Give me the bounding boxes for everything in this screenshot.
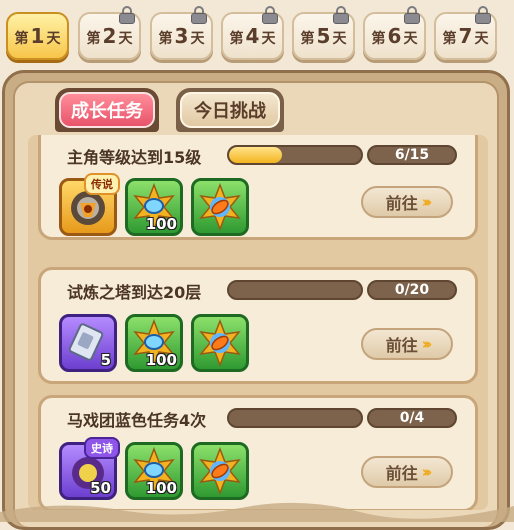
day-tab-1[interactable]: 第1天: [6, 12, 69, 60]
lock-icon: [475, 6, 491, 24]
day-tab-label: 第4天: [229, 24, 276, 48]
lock-icon: [333, 6, 349, 24]
reward-qty: 5: [100, 351, 111, 369]
day-tab-label: 第3天: [158, 24, 205, 48]
reward-item[interactable]: 100: [125, 178, 183, 236]
day-tab-2[interactable]: 第2天: [78, 6, 141, 60]
reward-qty: 100: [145, 215, 177, 233]
day-tab-label: 第1天: [14, 24, 61, 48]
progress-bar: [227, 280, 363, 300]
go-button[interactable]: 前往 ›››: [361, 456, 453, 488]
legendary-badge: 传说: [84, 173, 120, 195]
day-tab-bar: 第1天 第2天 第3天 第4天 第5天 第6天 第7天: [0, 0, 514, 66]
reward-item[interactable]: [191, 314, 249, 372]
tab-growth-tasks[interactable]: 成长任务: [55, 88, 159, 132]
go-button-label: 前往: [385, 336, 418, 355]
day-tab-7[interactable]: 第7天: [434, 6, 497, 60]
reward-item[interactable]: 5: [59, 314, 117, 372]
epic-badge: 史诗: [84, 437, 120, 459]
orange-leaf-emblem-icon: [199, 182, 241, 232]
day-tab-label: 第7天: [442, 24, 489, 48]
tab-growth-label: 成长任务: [59, 92, 155, 128]
progress-bar: [227, 408, 363, 428]
tab-today-label: 今日挑战: [180, 92, 280, 128]
task-title: 马戏团蓝色任务4次: [67, 411, 207, 430]
go-button[interactable]: 前往 ›››: [361, 328, 453, 360]
chevrons-right-icon: ›››: [421, 463, 432, 481]
lock-icon: [262, 6, 278, 24]
lock-icon: [191, 6, 207, 24]
go-button[interactable]: 前往 ›››: [361, 186, 453, 218]
go-button-label: 前往: [385, 194, 418, 213]
day-tab-4[interactable]: 第4天: [221, 6, 284, 60]
go-button-label: 前往: [385, 464, 418, 483]
day-tab-label: 第6天: [371, 24, 418, 48]
day-tab-6[interactable]: 第6天: [363, 6, 426, 60]
ground-decoration: [0, 502, 514, 522]
orange-leaf-emblem-icon: [199, 446, 241, 496]
progress-count: 0/4: [367, 408, 457, 428]
reward-qty: 100: [145, 351, 177, 369]
progress-count: 6/15: [367, 145, 457, 165]
tab-today-challenge[interactable]: 今日挑战: [176, 88, 284, 132]
task-card: 主角等级达到15级 6/15 传说 100 前往 ›››: [38, 135, 478, 240]
lock-icon: [119, 6, 135, 24]
day-tab-label: 第5天: [300, 24, 347, 48]
task-list[interactable]: 主角等级达到15级 6/15 传说 100 前往 ››› 试炼之塔到达20层 0…: [28, 135, 488, 510]
day-tab-3[interactable]: 第3天: [150, 6, 213, 60]
day-tab-label: 第2天: [86, 24, 133, 48]
reward-item[interactable]: 传说: [59, 173, 120, 236]
task-title: 试炼之塔到达20层: [67, 283, 202, 302]
orange-leaf-emblem-icon: [199, 318, 241, 368]
progress-fill: [229, 147, 282, 163]
day-tab-5[interactable]: 第5天: [292, 6, 355, 60]
progress-count: 0/20: [367, 280, 457, 300]
chevrons-right-icon: ›››: [421, 335, 432, 353]
reward-item[interactable]: 100: [125, 314, 183, 372]
chevrons-right-icon: ›››: [421, 193, 432, 211]
progress-bar: [227, 145, 363, 165]
task-card: 试炼之塔到达20层 0/20 5 100 前往 ›››: [38, 267, 478, 384]
lock-icon: [404, 6, 420, 24]
reward-item[interactable]: [191, 178, 249, 236]
task-title: 主角等级达到15级: [67, 148, 202, 167]
